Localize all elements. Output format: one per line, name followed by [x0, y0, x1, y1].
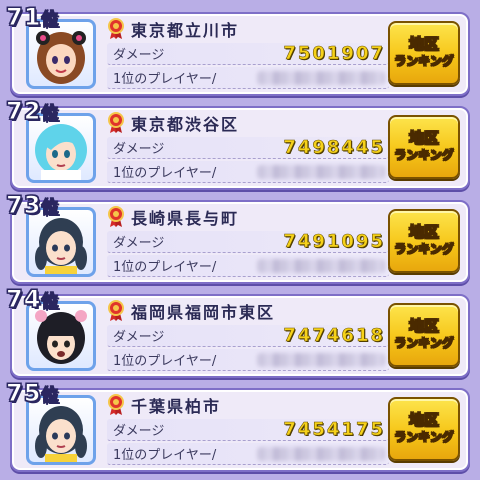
rank-suffix: 位 — [41, 292, 60, 313]
ranking-info: 東京都立川市 ダメージ 7501907 1位のプレイヤー/ — [107, 14, 389, 94]
button-line2: ランキング — [394, 430, 454, 445]
region-ranking-button[interactable]: 地区 ランキング — [388, 397, 460, 461]
ranking-info: 長崎県長与町 ダメージ 7491095 1位のプレイヤー/ — [107, 202, 389, 282]
medal-icon — [108, 206, 124, 227]
button-line1: 地区 — [408, 35, 440, 53]
region-row: 千葉県柏市 — [107, 393, 389, 417]
button-line2: ランキング — [394, 242, 454, 257]
rank-badge: 71位 — [5, 3, 60, 32]
region-row: 長崎県長与町 — [107, 205, 389, 229]
top-player-row: 1位のプレイヤー/ — [107, 443, 389, 465]
top-player-label: 1位のプレイヤー/ — [113, 448, 217, 463]
rank-suffix: 位 — [41, 386, 60, 407]
rank-suffix: 位 — [41, 104, 60, 125]
damage-label: ダメージ — [113, 424, 165, 439]
region-ranking-button[interactable]: 地区 ランキング — [388, 303, 460, 367]
top-player-label: 1位のプレイヤー/ — [113, 354, 217, 369]
rank-number: 75 — [5, 379, 42, 408]
ranking-info: 千葉県柏市 ダメージ 7454175 1位のプレイヤー/ — [107, 390, 389, 470]
region-ranking-button[interactable]: 地区 ランキング — [388, 21, 460, 85]
button-line1: 地区 — [408, 223, 440, 241]
ranking-card: 74位 福岡県福岡市東区 ダメージ 7474618 1位のプレイヤー/ 地区 ラ… — [5, 285, 470, 378]
damage-row: ダメージ 7454175 — [107, 419, 389, 441]
ranking-card: 72位 東京都渋谷区 ダメージ 7498445 1位のプレイヤー/ 地区 ランキ… — [5, 97, 470, 190]
damage-value: 7474618 — [283, 325, 385, 347]
region-name: 長崎県長与町 — [131, 209, 240, 228]
medal-icon — [108, 300, 124, 321]
ranking-card: 73位 長崎県長与町 ダメージ 7491095 1位のプレイヤー/ 地区 ランキ… — [5, 191, 470, 284]
ranking-info: 東京都渋谷区 ダメージ 7498445 1位のプレイヤー/ — [107, 108, 389, 188]
blurred-player-name — [257, 259, 385, 273]
top-player-label: 1位のプレイヤー/ — [113, 260, 217, 275]
top-player-row: 1位のプレイヤー/ — [107, 161, 389, 183]
blurred-player-name — [257, 447, 385, 461]
region-name: 千葉県柏市 — [131, 397, 222, 416]
button-line2: ランキング — [394, 148, 454, 163]
ranking-list: 71位 東京都立川市 ダメージ 7501907 1位のプレイヤー/ 地区 ランキ… — [0, 0, 480, 480]
region-ranking-button[interactable]: 地区 ランキング — [388, 209, 460, 273]
rank-badge: 74位 — [5, 285, 60, 314]
region-row: 東京都渋谷区 — [107, 111, 389, 135]
damage-value: 7498445 — [283, 137, 385, 159]
medal-icon — [108, 18, 124, 39]
blurred-player-name — [257, 353, 385, 367]
damage-label: ダメージ — [113, 48, 165, 63]
top-player-label: 1位のプレイヤー/ — [113, 166, 217, 181]
rank-badge: 72位 — [5, 97, 60, 126]
button-line1: 地区 — [408, 129, 440, 147]
damage-value: 7501907 — [283, 43, 385, 65]
top-player-row: 1位のプレイヤー/ — [107, 255, 389, 277]
medal-icon — [108, 394, 124, 415]
rank-badge: 73位 — [5, 191, 60, 220]
ranking-card: 75位 千葉県柏市 ダメージ 7454175 1位のプレイヤー/ 地区 ランキン… — [5, 379, 470, 472]
rank-number: 72 — [5, 97, 42, 126]
damage-label: ダメージ — [113, 142, 165, 157]
button-line1: 地区 — [408, 411, 440, 429]
region-row: 東京都立川市 — [107, 17, 389, 41]
rank-number: 73 — [5, 191, 42, 220]
damage-row: ダメージ 7498445 — [107, 137, 389, 159]
top-player-row: 1位のプレイヤー/ — [107, 349, 389, 371]
damage-row: ダメージ 7474618 — [107, 325, 389, 347]
damage-value: 7454175 — [283, 419, 385, 441]
button-line2: ランキング — [394, 54, 454, 69]
ranking-card: 71位 東京都立川市 ダメージ 7501907 1位のプレイヤー/ 地区 ランキ… — [5, 3, 470, 96]
top-player-label: 1位のプレイヤー/ — [113, 72, 217, 87]
rank-badge: 75位 — [5, 379, 60, 408]
region-name: 福岡県福岡市東区 — [131, 303, 276, 322]
top-player-row: 1位のプレイヤー/ — [107, 67, 389, 89]
region-ranking-button[interactable]: 地区 ランキング — [388, 115, 460, 179]
damage-label: ダメージ — [113, 330, 165, 345]
rank-number: 74 — [5, 285, 42, 314]
rank-suffix: 位 — [41, 10, 60, 31]
region-name: 東京都立川市 — [131, 21, 240, 40]
region-name: 東京都渋谷区 — [131, 115, 240, 134]
rank-number: 71 — [5, 3, 42, 32]
damage-row: ダメージ 7491095 — [107, 231, 389, 253]
damage-row: ダメージ 7501907 — [107, 43, 389, 65]
damage-value: 7491095 — [283, 231, 385, 253]
blurred-player-name — [257, 165, 385, 179]
blurred-player-name — [257, 71, 385, 85]
ranking-info: 福岡県福岡市東区 ダメージ 7474618 1位のプレイヤー/ — [107, 296, 389, 376]
rank-suffix: 位 — [41, 198, 60, 219]
button-line1: 地区 — [408, 317, 440, 335]
damage-label: ダメージ — [113, 236, 165, 251]
region-row: 福岡県福岡市東区 — [107, 299, 389, 323]
medal-icon — [108, 112, 124, 133]
button-line2: ランキング — [394, 336, 454, 351]
